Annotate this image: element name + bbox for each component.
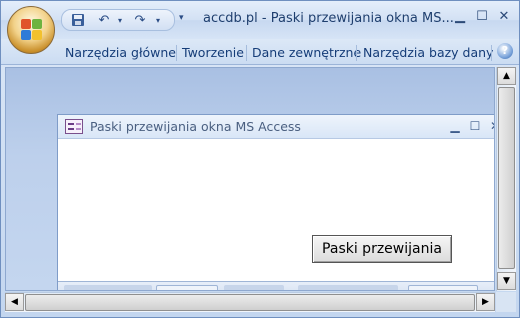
tab-home[interactable]: Narzędzia główne (65, 43, 176, 63)
save-icon[interactable] (70, 13, 86, 29)
minimize-icon[interactable]: ▁ (451, 9, 469, 25)
horizontal-scrollbar[interactable]: ◀ ▶ (5, 292, 495, 312)
record-nav-label (64, 285, 152, 290)
form-minimize-icon[interactable]: ▁ (448, 119, 462, 133)
tab-separator (491, 45, 492, 61)
tab-create[interactable]: Tworzenie (182, 43, 244, 63)
vertical-scroll-thumb[interactable] (498, 87, 515, 269)
record-nav-buttons[interactable] (224, 285, 284, 290)
scroll-left-icon[interactable]: ◀ (5, 293, 24, 311)
form-icon (65, 119, 83, 134)
maximize-icon[interactable]: ☐ (473, 9, 491, 25)
undo-icon[interactable]: ↶ (96, 13, 112, 29)
document-workspace: Paski przewijania okna MS Access ▁ ☐ ✕ P… (5, 67, 495, 291)
title-bar: ↶ ▾ ↷ ▾ ▾ accdb.pl - Paski przewijania o… (1, 1, 519, 39)
record-nav-search[interactable] (408, 285, 478, 290)
vertical-scrollbar[interactable]: ▲ ▼ (496, 67, 516, 291)
horizontal-scroll-thumb[interactable] (25, 294, 475, 311)
help-icon[interactable]: ? (497, 43, 513, 59)
office-logo-icon (21, 19, 43, 41)
scrollbars-button[interactable]: Paski przewijania (312, 235, 452, 263)
tab-external-data[interactable]: Dane zewnętrzne (252, 43, 361, 63)
form-maximize-icon[interactable]: ☐ (468, 119, 482, 133)
tab-separator (246, 45, 247, 61)
access-window: ↶ ▾ ↷ ▾ ▾ accdb.pl - Paski przewijania o… (0, 0, 520, 318)
ribbon-tabs: Narzędzia główne Tworzenie Dane zewnętrz… (1, 39, 519, 65)
undo-dropdown-icon[interactable]: ▾ (112, 13, 128, 29)
window-title: accdb.pl - Paski przewijania okna MS... (203, 11, 454, 26)
customize-toolbar-icon[interactable]: ▾ (179, 13, 184, 23)
scroll-right-icon[interactable]: ▶ (476, 293, 495, 311)
redo-dropdown-icon[interactable]: ▾ (150, 13, 166, 29)
size-grip (496, 292, 516, 312)
close-icon[interactable]: ✕ (495, 9, 513, 25)
scroll-down-icon[interactable]: ▼ (497, 272, 516, 290)
form-title-bar: Paski przewijania okna MS Access ▁ ☐ ✕ (58, 115, 494, 139)
record-navigation-bar (58, 281, 494, 290)
form-close-icon[interactable]: ✕ (488, 119, 494, 133)
form-title: Paski przewijania okna MS Access (90, 119, 301, 134)
record-nav-filter[interactable] (298, 285, 398, 290)
form-window: Paski przewijania okna MS Access ▁ ☐ ✕ P… (57, 114, 494, 290)
scroll-up-icon[interactable]: ▲ (497, 67, 516, 85)
tab-database-tools[interactable]: Narzędzia bazy dany (363, 43, 493, 63)
tab-separator (356, 45, 357, 61)
tab-separator (176, 45, 177, 61)
office-button[interactable] (7, 6, 55, 54)
record-nav-input[interactable] (156, 285, 218, 290)
quick-access-toolbar: ↶ ▾ ↷ ▾ (61, 9, 175, 31)
redo-icon[interactable]: ↷ (132, 13, 148, 29)
